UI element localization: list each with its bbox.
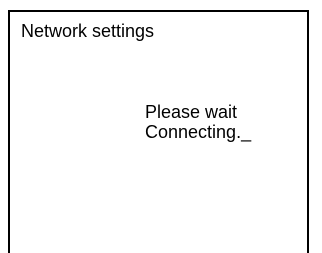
- screen-title: Network settings: [21, 21, 155, 41]
- network-settings-screen: Network settings Please wait Connecting.…: [8, 10, 309, 253]
- connecting-status-text: Connecting._: [145, 122, 252, 142]
- please-wait-text: Please wait: [145, 102, 238, 122]
- status-message: Please wait Connecting._: [145, 102, 251, 142]
